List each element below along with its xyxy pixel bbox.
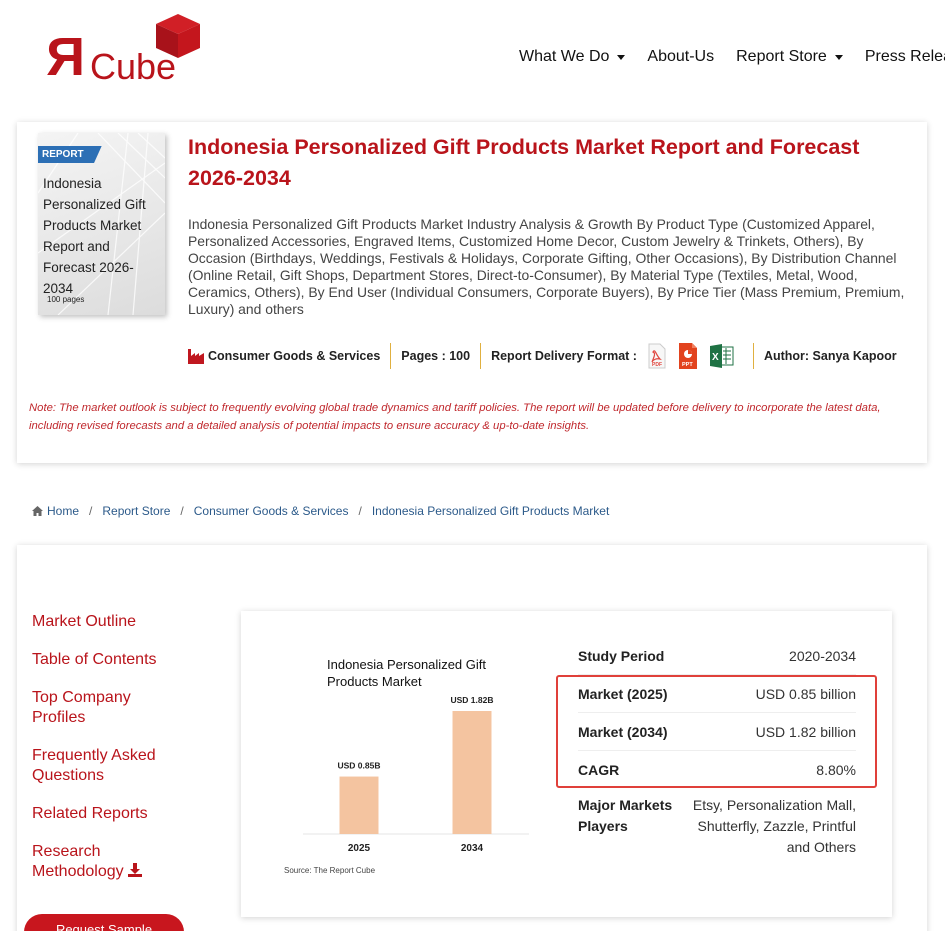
svg-text:PPT: PPT (682, 362, 693, 368)
main-nav: What We Do About-Us Report Store Press R… (519, 48, 945, 66)
stat-row: Market (2025) USD 0.85 billion (578, 675, 856, 713)
cover-pages: 100 pages (47, 295, 85, 304)
breadcrumb: Home / Report Store / Consumer Goods & S… (32, 504, 609, 518)
logo-letter: R (46, 27, 85, 87)
report-card: REPORT Indonesia Personalized Gift Produ… (17, 122, 927, 463)
stat-value: USD 0.85 billion (755, 685, 856, 702)
side-nav-top-company-profiles[interactable]: Top Company Profiles (32, 688, 182, 728)
nav-label: Press Release (864, 48, 945, 65)
stat-label: Study Period (578, 647, 665, 664)
main-card: Market Outline Table of Contents Top Com… (17, 545, 927, 931)
chart-source: Source: The Report Cube (284, 866, 376, 875)
chart-data-label: USD 0.85B (338, 761, 381, 771)
breadcrumb-separator: / (89, 504, 93, 518)
stats-table: Study Period 2020-2034 Market (2025) USD 0… (578, 637, 856, 789)
stat-label: CAGR (578, 762, 620, 778)
side-nav-market-outline[interactable]: Market Outline (32, 612, 182, 632)
report-category[interactable]: Consumer Goods & Services (208, 349, 380, 363)
major-players: Major Markets Players Etsy, Personalizat… (578, 795, 856, 858)
report-cover: REPORT Indonesia Personalized Gift Produ… (38, 133, 165, 315)
chart-bar-2034 (452, 711, 492, 834)
nav-label: About-Us (647, 48, 715, 65)
stat-value: USD 1.82 billion (755, 723, 856, 740)
chart-title-line: Products Market (327, 674, 422, 689)
chart-tick-label: 2025 (348, 843, 371, 854)
divider (480, 343, 482, 369)
site-header: R Cube What We Do About-Us Report Store … (0, 0, 945, 110)
stat-label: Market (2034) (578, 723, 668, 740)
svg-text:PDF: PDF (652, 362, 662, 368)
nav-report-store[interactable]: Report Store (736, 48, 843, 66)
report-pages: Pages : 100 (401, 349, 471, 363)
request-sample-button[interactable]: Request Sample (24, 914, 184, 931)
stat-label: Market (2025) (578, 685, 668, 702)
nav-label: Report Store (736, 48, 827, 65)
nav-about-us[interactable]: About-Us (647, 48, 714, 66)
stat-value: 8.80% (816, 762, 856, 778)
stat-row: Study Period 2020-2034 (578, 637, 856, 675)
report-meta: Consumer Goods & Services Pages : 100 Re… (188, 343, 897, 369)
stat-row: CAGR 8.80% (578, 751, 856, 789)
cube-icon (156, 14, 200, 58)
market-size-chart: Indonesia Personalized Gift Products Mar… (284, 657, 529, 875)
delivery-format-label: Report Delivery Format : (491, 349, 637, 363)
home-icon (32, 506, 43, 516)
caret-down-icon (834, 54, 843, 60)
nav-what-we-do[interactable]: What We Do (519, 48, 626, 66)
side-nav-faq[interactable]: Frequently Asked Questions (32, 746, 182, 786)
factory-icon (188, 349, 204, 364)
excel-icon: X (709, 344, 734, 368)
breadcrumb-category[interactable]: Consumer Goods & Services (194, 504, 349, 518)
cover-title: Indonesia Personalized Gift Products Mar… (43, 176, 146, 296)
chart-title-line: Indonesia Personalized Gift (327, 657, 486, 672)
side-nav-table-of-contents[interactable]: Table of Contents (32, 650, 182, 670)
players-value: Etsy, Personalization Mall, Shutterfly, … (692, 797, 856, 855)
logo[interactable]: R Cube (46, 12, 206, 87)
breadcrumb-current: Indonesia Personalized Gift Products Mar… (371, 504, 610, 518)
breadcrumb-report-store[interactable]: Report Store (102, 504, 170, 518)
report-description: Indonesia Personalized Gift Products Mar… (188, 216, 905, 317)
market-summary: Indonesia Personalized Gift Products Mar… (241, 611, 892, 917)
cover-tag: REPORT (38, 146, 102, 163)
market-outlook-note: Note: The market outlook is subject to f… (29, 402, 881, 432)
download-icon (127, 863, 142, 877)
report-title: Indonesia Personalized Gift Products Mar… (188, 135, 860, 190)
chart-bar-2025 (339, 776, 379, 834)
side-nav-related-reports[interactable]: Related Reports (32, 804, 182, 824)
breadcrumb-separator: / (358, 504, 362, 518)
stat-value: 2020-2034 (789, 647, 856, 664)
nav-press-release[interactable]: Press Release (865, 48, 945, 66)
chart-tick-label: 2034 (461, 843, 484, 854)
svg-text:X: X (712, 352, 719, 363)
pdf-icon: PDF (648, 343, 666, 369)
breadcrumb-home[interactable]: Home (47, 504, 79, 518)
ppt-icon: PPT (678, 343, 697, 369)
side-nav: Market Outline Table of Contents Top Com… (32, 612, 182, 900)
chart-data-label: USD 1.82B (451, 695, 494, 705)
side-nav-label: Research Methodology (32, 843, 124, 880)
nav-label: What We Do (519, 48, 610, 65)
caret-down-icon (617, 54, 626, 60)
report-author: Author: Sanya Kapoor (763, 349, 897, 363)
breadcrumb-separator: / (180, 504, 184, 518)
divider (752, 343, 754, 369)
stat-row: Market (2034) USD 1.82 billion (578, 713, 856, 751)
side-nav-research-methodology[interactable]: Research Methodology (32, 842, 182, 882)
divider (390, 343, 392, 369)
players-label: Major Markets Players (578, 797, 673, 834)
